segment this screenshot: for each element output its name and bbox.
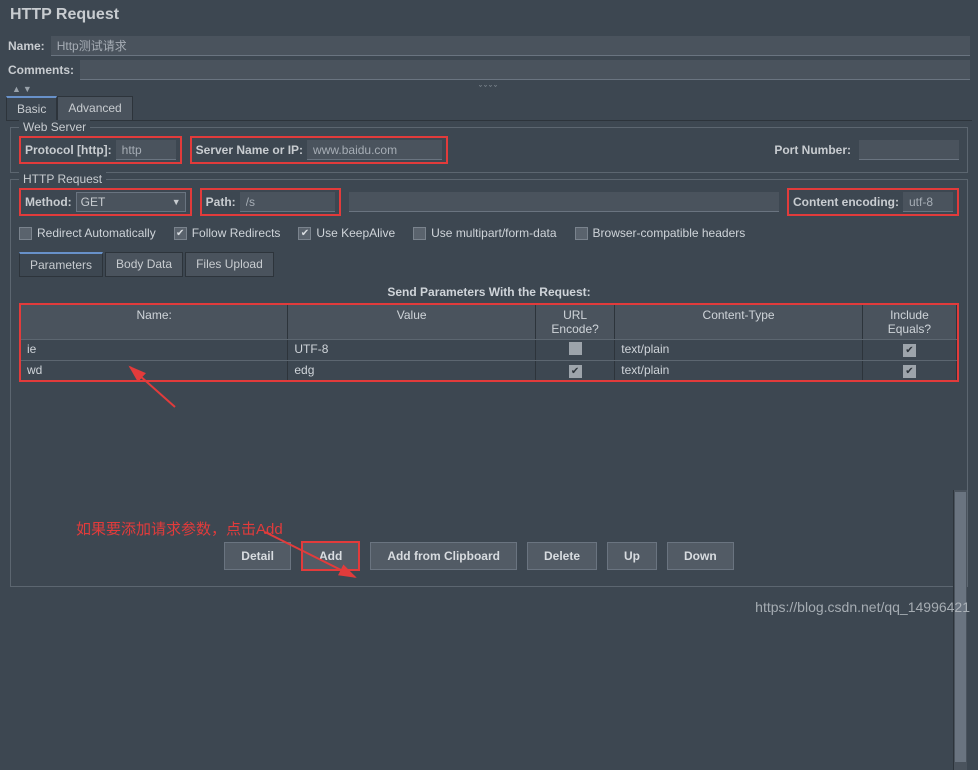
col-name[interactable]: Name:	[21, 305, 288, 339]
grid-title: Send Parameters With the Request:	[19, 285, 959, 299]
name-input[interactable]	[51, 36, 970, 56]
scrollbar-thumb[interactable]	[955, 492, 966, 762]
cell-value[interactable]: edg	[288, 361, 536, 380]
browser-compat-checkbox[interactable]: Browser-compatible headers	[575, 226, 746, 240]
table-row[interactable]: wd edg ✔ text/plain ✔	[21, 360, 957, 380]
web-server-legend: Web Server	[19, 120, 90, 134]
parameters-grid: Name: Value URL Encode? Content-Type Inc…	[19, 303, 959, 382]
encoding-label: Content encoding:	[793, 195, 899, 209]
protocol-label: Protocol [http]:	[25, 143, 112, 157]
annotation-text: 如果要添加请求参数，点击Add	[76, 518, 283, 539]
collapse-divider[interactable]: ▲▼ˇˇˇˇ	[6, 84, 972, 94]
server-label: Server Name or IP:	[196, 143, 303, 157]
encoding-input[interactable]	[903, 192, 953, 212]
method-group: Method: GET ▼	[19, 188, 192, 216]
redirect-auto-label: Redirect Automatically	[37, 226, 156, 240]
multipart-label: Use multipart/form-data	[431, 226, 556, 240]
follow-redirects-label: Follow Redirects	[192, 226, 281, 240]
col-value[interactable]: Value	[288, 305, 536, 339]
table-row[interactable]: ie UTF-8 text/plain ✔	[21, 339, 957, 360]
col-encode[interactable]: URL Encode?	[536, 305, 615, 339]
server-input[interactable]	[307, 140, 442, 160]
tab-basic[interactable]: Basic	[6, 96, 57, 120]
cell-encode[interactable]: ✔	[536, 361, 615, 380]
name-label: Name:	[8, 39, 45, 53]
cell-value[interactable]: UTF-8	[288, 340, 536, 360]
col-include[interactable]: Include Equals?	[863, 305, 957, 339]
path-input-ext[interactable]	[349, 192, 779, 212]
cell-ctype[interactable]: text/plain	[615, 340, 863, 360]
protocol-group: Protocol [http]:	[19, 136, 182, 164]
redirect-auto-checkbox[interactable]: Redirect Automatically	[19, 226, 156, 240]
cell-encode[interactable]	[536, 340, 615, 360]
multipart-checkbox[interactable]: Use multipart/form-data	[413, 226, 556, 240]
port-input[interactable]	[859, 140, 959, 160]
method-value: GET	[81, 195, 106, 209]
port-label: Port Number:	[774, 143, 851, 157]
cell-name[interactable]: wd	[21, 361, 288, 380]
path-input[interactable]	[240, 192, 335, 212]
grid-header: Name: Value URL Encode? Content-Type Inc…	[21, 305, 957, 339]
sub-tab-body-data[interactable]: Body Data	[105, 252, 183, 277]
web-server-fieldset: Web Server Protocol [http]: Server Name …	[10, 127, 968, 173]
comments-input[interactable]	[80, 60, 970, 80]
tab-advanced[interactable]: Advanced	[57, 96, 132, 120]
delete-button[interactable]: Delete	[527, 542, 597, 570]
encoding-group: Content encoding:	[787, 188, 959, 216]
path-group: Path:	[200, 188, 341, 216]
watermark: https://blog.csdn.net/qq_14996421	[755, 599, 970, 615]
method-select[interactable]: GET ▼	[76, 192, 186, 212]
http-request-legend: HTTP Request	[19, 172, 106, 186]
down-button[interactable]: Down	[667, 542, 734, 570]
cell-ctype[interactable]: text/plain	[615, 361, 863, 380]
detail-button[interactable]: Detail	[224, 542, 291, 570]
sub-tab-files-upload[interactable]: Files Upload	[185, 252, 274, 277]
cell-name[interactable]: ie	[21, 340, 288, 360]
comments-label: Comments:	[8, 63, 74, 77]
add-from-clipboard-button[interactable]: Add from Clipboard	[370, 542, 517, 570]
cell-include[interactable]: ✔	[863, 340, 957, 360]
keepalive-checkbox[interactable]: ✔Use KeepAlive	[298, 226, 395, 240]
method-label: Method:	[25, 195, 72, 209]
sub-tab-parameters[interactable]: Parameters	[19, 252, 103, 277]
protocol-input[interactable]	[116, 140, 176, 160]
col-ctype[interactable]: Content-Type	[615, 305, 863, 339]
chevron-down-icon: ▼	[172, 197, 181, 207]
page-title: HTTP Request	[6, 4, 972, 32]
keepalive-label: Use KeepAlive	[316, 226, 395, 240]
cell-include[interactable]: ✔	[863, 361, 957, 380]
add-button[interactable]: Add	[301, 541, 360, 571]
up-button[interactable]: Up	[607, 542, 657, 570]
scrollbar[interactable]	[953, 490, 967, 770]
browser-compat-label: Browser-compatible headers	[593, 226, 746, 240]
follow-redirects-checkbox[interactable]: ✔Follow Redirects	[174, 226, 281, 240]
server-group: Server Name or IP:	[190, 136, 448, 164]
path-label: Path:	[206, 195, 236, 209]
